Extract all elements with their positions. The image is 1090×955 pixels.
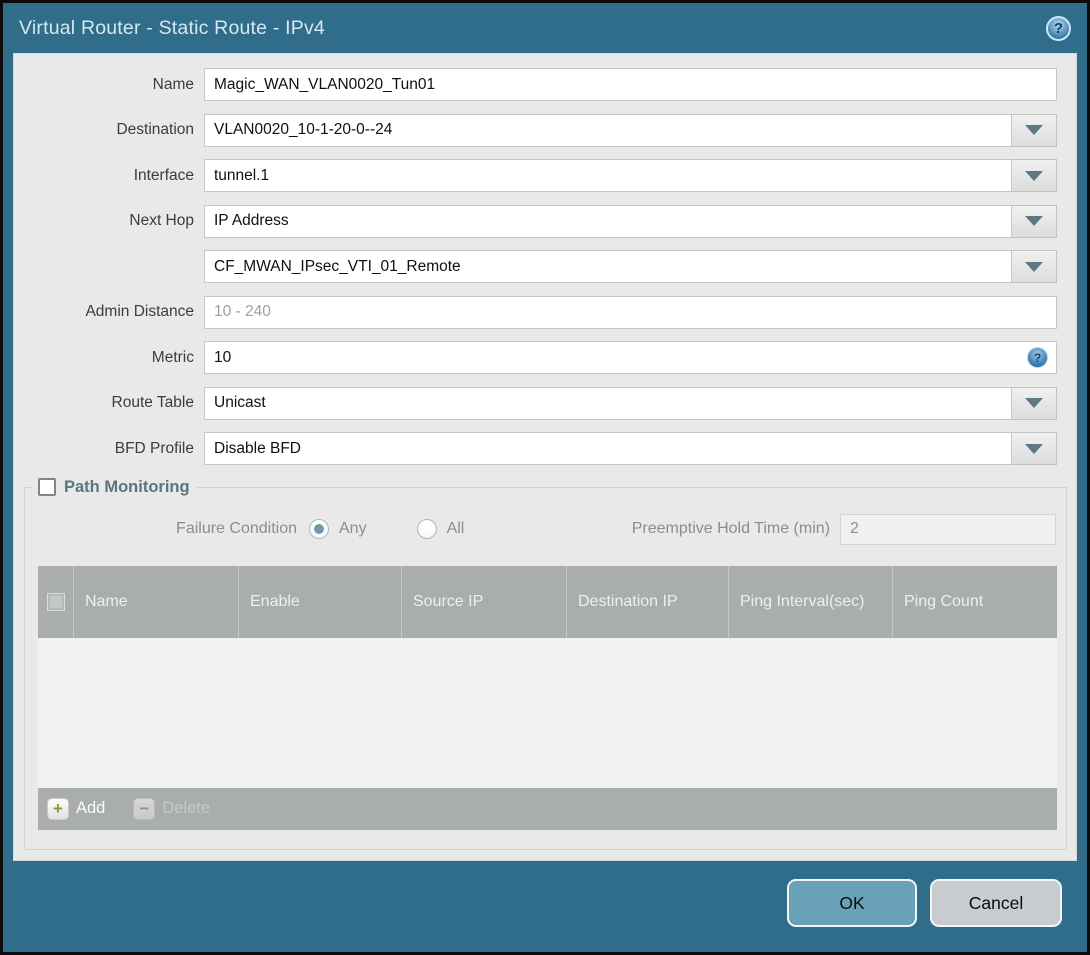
bfd-profile-dropdown-button[interactable] — [1012, 432, 1057, 465]
metric-help-icon[interactable]: ? — [1027, 347, 1048, 368]
dialog-title: Virtual Router - Static Route - IPv4 — [19, 16, 325, 39]
dialog-titlebar: Virtual Router - Static Route - IPv4 ? — [3, 3, 1087, 53]
route-table-label: Route Table — [111, 394, 194, 411]
path-monitoring-checkbox[interactable] — [38, 478, 56, 496]
add-button-label: Add — [76, 799, 106, 817]
nexthop-label: Next Hop — [129, 212, 194, 229]
table-header-select — [38, 566, 73, 638]
name-input[interactable] — [204, 68, 1057, 101]
ok-button[interactable]: OK — [787, 879, 917, 927]
delete-button[interactable]: − Delete — [133, 797, 211, 820]
bfd-profile-label: BFD Profile — [114, 439, 194, 457]
name-label: Name — [152, 75, 194, 93]
failure-all-radio[interactable] — [416, 519, 437, 539]
bfd-profile-input[interactable] — [204, 432, 1012, 465]
form-row-metric: Metric ? — [14, 341, 1076, 374]
chevron-down-icon — [1025, 443, 1043, 454]
nexthop-type-dropdown-button[interactable] — [1012, 204, 1057, 238]
route-table-input[interactable] — [204, 386, 1012, 420]
nexthop-address-dropdown-button[interactable] — [1012, 250, 1057, 283]
table-header-row: Name Enable Source IP Destination IP Pin… — [38, 565, 1057, 638]
form-row-bfd-profile: BFD Profile — [14, 432, 1076, 465]
admin-distance-label: Admin Distance — [85, 303, 194, 320]
chevron-down-icon — [1025, 261, 1043, 272]
help-icon[interactable]: ? — [1046, 15, 1071, 41]
failure-all-label: All — [446, 520, 465, 537]
destination-input[interactable] — [204, 113, 1012, 147]
static-route-dialog: Virtual Router - Static Route - IPv4 ? N… — [0, 0, 1090, 955]
chevron-down-icon — [1025, 125, 1043, 135]
path-monitoring-title: Path Monitoring — [64, 477, 190, 496]
failure-condition-row: Failure Condition Any All Preemptive Hol… — [25, 513, 1066, 546]
cancel-button[interactable]: Cancel — [930, 879, 1062, 927]
path-monitoring-section: Path Monitoring Failure Condition Any Al… — [24, 477, 1067, 850]
column-header-enable[interactable]: Enable — [238, 565, 401, 638]
form-row-destination: Destination — [14, 113, 1076, 147]
dialog-footer: OK Cancel — [787, 879, 1062, 927]
nexthop-address-input[interactable] — [204, 250, 1012, 283]
column-header-ping-count[interactable]: Ping Count — [892, 565, 1057, 638]
failure-condition-label: Failure Condition — [176, 520, 297, 537]
interface-dropdown-button[interactable] — [1012, 159, 1057, 192]
nexthop-type-input[interactable] — [204, 204, 1012, 238]
table-footer-bar: + Add − Delete — [38, 787, 1057, 830]
destination-dropdown-button[interactable] — [1012, 113, 1057, 147]
chevron-down-icon — [1025, 216, 1043, 226]
preemptive-hold-input[interactable] — [840, 513, 1056, 545]
path-monitoring-table: Name Enable Source IP Destination IP Pin… — [38, 565, 1057, 830]
failure-condition-radio-group: Any All — [309, 519, 464, 539]
chevron-down-icon — [1025, 170, 1043, 181]
form-row-interface: Interface — [14, 159, 1076, 192]
interface-label: Interface — [133, 166, 194, 184]
destination-label: Destination — [116, 121, 194, 138]
preemptive-hold-group: Preemptive Hold Time (min) — [631, 513, 1066, 545]
column-header-destination-ip[interactable]: Destination IP — [566, 565, 728, 638]
table-body-empty — [38, 637, 1057, 788]
dialog-body: Name Destination Interface — [13, 53, 1077, 861]
form-row-nexthop-address — [14, 250, 1076, 283]
failure-any-label: Any — [339, 520, 367, 537]
form-row-name: Name — [14, 68, 1076, 101]
chevron-down-icon — [1025, 398, 1043, 408]
admin-distance-input[interactable] — [204, 295, 1057, 329]
metric-input[interactable] — [204, 341, 1057, 374]
select-all-checkbox[interactable] — [46, 592, 65, 611]
add-button[interactable]: + Add — [47, 797, 106, 820]
path-monitoring-legend: Path Monitoring — [31, 478, 197, 497]
form-row-route-table: Route Table — [14, 386, 1076, 420]
route-table-dropdown-button[interactable] — [1012, 386, 1057, 420]
failure-any-radio[interactable] — [309, 519, 329, 539]
column-header-ping-interval[interactable]: Ping Interval(sec) — [728, 565, 892, 638]
form-row-nexthop-type: Next Hop — [14, 204, 1076, 238]
interface-input[interactable] — [204, 159, 1012, 192]
delete-button-label: Delete — [162, 799, 211, 817]
plus-icon: + — [53, 798, 63, 818]
metric-label: Metric — [151, 348, 194, 366]
minus-icon: − — [139, 798, 150, 818]
preemptive-hold-label: Preemptive Hold Time (min) — [631, 520, 830, 537]
form-row-admin-distance: Admin Distance — [14, 295, 1076, 329]
column-header-name[interactable]: Name — [73, 565, 238, 638]
column-header-source-ip[interactable]: Source IP — [401, 565, 566, 638]
